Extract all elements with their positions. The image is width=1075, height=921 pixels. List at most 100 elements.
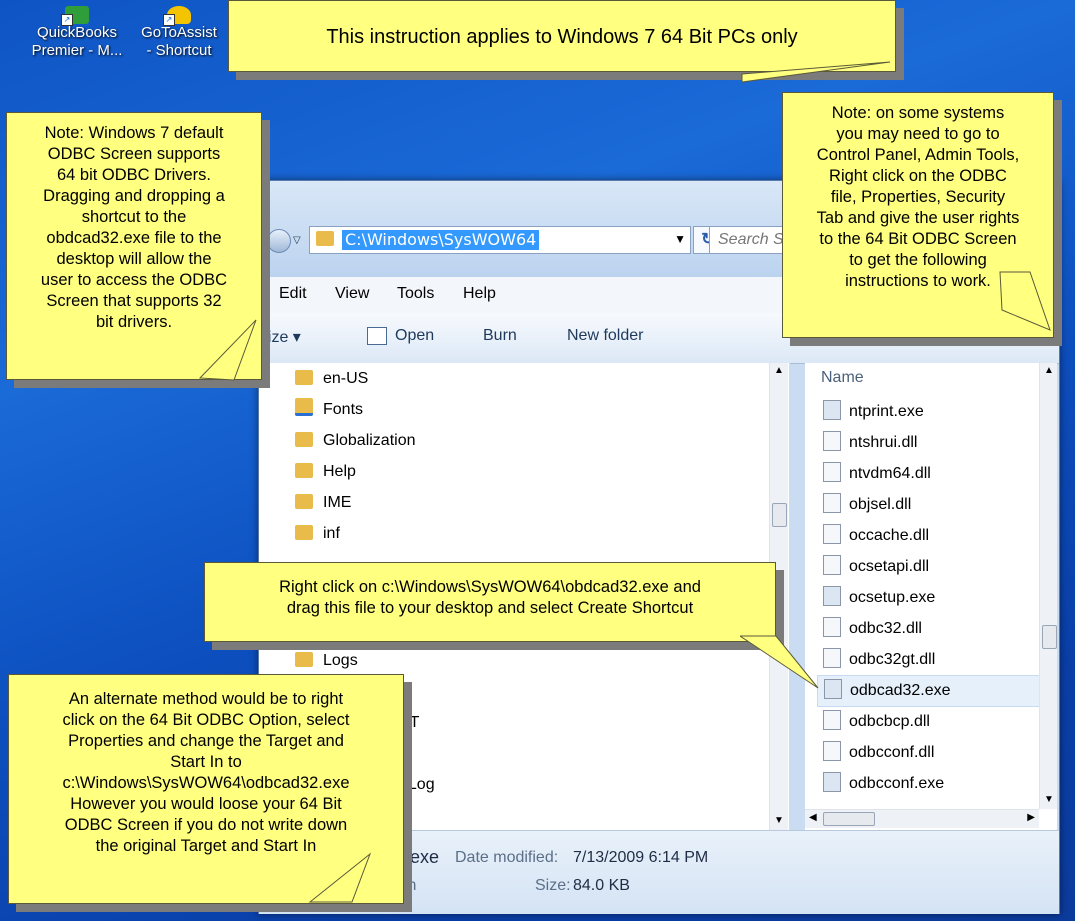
file-list-pane: Name ntprint.exe ntshrui.dll ntvdm64.dll… — [805, 363, 1057, 830]
desktop-icon-quickbooks[interactable]: ↗ QuickBooks Premier - M... — [22, 6, 132, 60]
callout-tail — [308, 852, 372, 903]
tree-item[interactable]: Globalization — [295, 429, 416, 453]
burn-button[interactable]: Burn — [483, 327, 517, 345]
scroll-up-icon[interactable]: ▲ — [774, 365, 784, 376]
icon-label-line2: Premier - M... — [31, 42, 123, 59]
file-row[interactable]: ocsetup.exe — [817, 583, 1041, 613]
desktop-icon-gotoassist[interactable]: ↗ GoToAssist - Shortcut — [124, 6, 234, 60]
dll-file-icon — [823, 462, 841, 482]
menu-help[interactable]: Help — [463, 285, 496, 303]
file-row[interactable]: odbcbcp.dll — [817, 707, 1041, 737]
exe-file-icon — [823, 586, 841, 606]
column-header-name[interactable]: Name — [821, 369, 864, 387]
folder-icon — [316, 231, 334, 246]
note-left-line: Screen that supports 32 — [46, 292, 222, 310]
note-middle-line: Right click on c:\Windows\SysWOW64\obdca… — [279, 578, 701, 596]
callout-tail — [741, 61, 891, 83]
menu-tools[interactable]: Tools — [397, 285, 434, 303]
dll-file-icon — [823, 431, 841, 451]
back-button[interactable] — [267, 229, 291, 253]
address-bar[interactable]: C:\Windows\SysWOW64 ▼ — [309, 226, 691, 254]
dll-file-icon — [823, 648, 841, 668]
horizontal-scrollbar[interactable]: ◀ ▶ — [805, 809, 1039, 828]
note-left-line: obdcad32.exe file to the — [46, 229, 222, 247]
date-modified-label: Date modified: — [455, 849, 559, 866]
file-row[interactable]: odbc32.dll — [817, 614, 1041, 644]
open-button[interactable]: Open — [395, 327, 434, 345]
shortcut-arrow-icon: ↗ — [163, 14, 175, 26]
note-bottom-line: ODBC Screen if you do not write down — [64, 816, 348, 834]
file-scrollbar[interactable]: ▲ ▼ — [1039, 363, 1057, 809]
tree-item[interactable]: Fonts — [295, 398, 363, 422]
tree-item[interactable]: IME — [295, 491, 351, 515]
file-row[interactable]: ntvdm64.dll — [817, 459, 1041, 489]
note-bottom-line: However you would loose your 64 Bit — [70, 795, 342, 813]
note-right-line: to the 64 Bit ODBC Screen — [819, 230, 1017, 248]
note-left-line: ODBC Screen supports — [47, 145, 221, 163]
folder-icon — [295, 652, 313, 667]
file-row-selected[interactable]: odbcad32.exe — [817, 675, 1043, 707]
open-icon — [367, 327, 387, 345]
odbc-admin-icon — [824, 679, 842, 699]
note-bottom-line: An alternate method would be to right — [68, 690, 344, 708]
scrollbar-thumb[interactable] — [1042, 625, 1057, 649]
hscroll-thumb[interactable] — [823, 812, 875, 826]
tree-item[interactable]: Help — [295, 460, 356, 484]
file-row[interactable]: odbcconf.exe — [817, 769, 1041, 799]
size-value: 84.0 KB — [573, 877, 630, 894]
dll-file-icon — [823, 555, 841, 575]
note-middle: Right click on c:\Windows\SysWOW64\obdca… — [204, 562, 776, 642]
menu-view[interactable]: View — [335, 285, 369, 303]
note-top-text: This instruction applies to Windows 7 64… — [326, 26, 798, 48]
folder-icon — [295, 370, 313, 385]
file-row[interactable]: ntshrui.dll — [817, 428, 1041, 458]
scroll-up-icon[interactable]: ▲ — [1044, 365, 1054, 376]
icon-label-line1: QuickBooks — [36, 24, 118, 41]
tree-item[interactable]: en-US — [295, 367, 368, 391]
note-right-line: Control Panel, Admin Tools, — [816, 146, 1020, 164]
note-bottom-line: click on the 64 Bit ODBC Option, select — [62, 711, 350, 729]
menu-edit[interactable]: Edit — [279, 285, 307, 303]
dll-file-icon — [823, 493, 841, 513]
note-right-line: file, Properties, Security — [830, 188, 1006, 206]
scrollbar-thumb[interactable] — [772, 503, 787, 527]
note-left-line: 64 bit ODBC Drivers. — [56, 166, 212, 184]
note-left-line: Note: Windows 7 default — [44, 124, 224, 142]
file-row[interactable]: objsel.dll — [817, 490, 1041, 520]
file-row[interactable]: ocsetapi.dll — [817, 552, 1041, 582]
callout-tail — [999, 271, 1051, 331]
date-modified-value: 7/13/2009 6:14 PM — [573, 849, 709, 866]
tree-item[interactable]: inf — [295, 522, 340, 546]
note-right-line: Right click on the ODBC — [829, 167, 1007, 185]
folder-icon — [295, 432, 313, 447]
recent-pages-dropdown-icon[interactable]: ▽ — [293, 235, 301, 246]
shortcut-arrow-icon: ↗ — [61, 14, 73, 26]
note-left-line: shortcut to the — [81, 208, 187, 226]
folder-icon — [295, 494, 313, 509]
note-left-line: desktop will allow the — [56, 250, 212, 268]
folder-icon — [295, 463, 313, 478]
dll-file-icon — [823, 524, 841, 544]
icon-label-line2: - Shortcut — [146, 42, 212, 59]
note-right-line: you may need to go to — [836, 125, 1000, 143]
scroll-down-icon[interactable]: ▼ — [774, 815, 784, 826]
file-row[interactable]: occache.dll — [817, 521, 1041, 551]
dll-file-icon — [823, 617, 841, 637]
tree-item[interactable]: Logs — [295, 649, 358, 673]
file-row[interactable]: ntprint.exe — [817, 397, 1041, 427]
note-bottom-line: c:\Windows\SysWOW64\odbcad32.exe — [62, 774, 350, 792]
file-row[interactable]: odbc32gt.dll — [817, 645, 1041, 675]
file-row[interactable]: odbcconf.dll — [817, 738, 1041, 768]
note-left-line: Dragging and dropping a — [43, 187, 225, 205]
scroll-down-icon[interactable]: ▼ — [1044, 794, 1054, 805]
address-path[interactable]: C:\Windows\SysWOW64 — [342, 230, 540, 250]
printer-icon — [823, 400, 841, 420]
folder-icon — [295, 525, 313, 540]
scroll-left-icon[interactable]: ◀ — [809, 812, 817, 823]
quickbooks-icon: ↗ — [61, 6, 89, 26]
chevron-down-icon[interactable]: ▼ — [674, 232, 686, 246]
scroll-right-icon[interactable]: ▶ — [1027, 812, 1035, 823]
new-folder-button[interactable]: New folder — [567, 327, 643, 345]
tree-item-partial[interactable]: _Log — [399, 773, 435, 797]
note-bottom-line: Start In to — [170, 753, 242, 771]
